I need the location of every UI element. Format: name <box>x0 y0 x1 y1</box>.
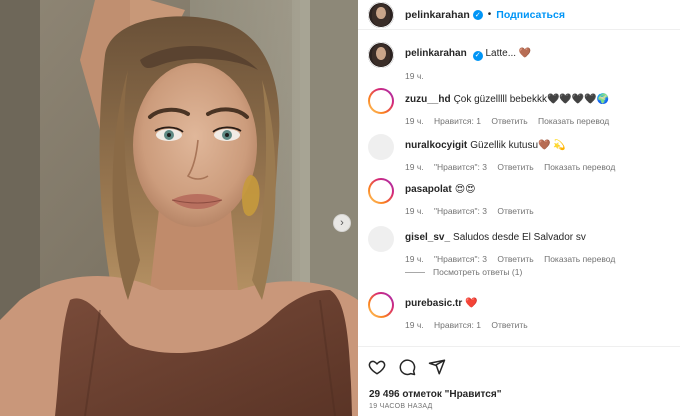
reply-button[interactable]: Ответить <box>491 320 527 330</box>
comment-time: 19 ч. <box>405 206 424 216</box>
comment-time: 19 ч. <box>405 254 424 264</box>
comment-likes[interactable]: "Нравится": 3 <box>434 254 487 264</box>
comments-list[interactable]: pelinkarahan ✓ Latte... 🤎 19 ч. zuzu__hd Ç… <box>358 30 680 346</box>
view-replies-button[interactable]: Посмотреть ответы (1) <box>405 267 522 277</box>
next-photo-button[interactable]: › <box>333 214 351 232</box>
post-photo[interactable]: › <box>0 0 358 416</box>
translate-button[interactable]: Показать перевод <box>538 116 609 126</box>
comment-username[interactable]: pasapolat <box>405 184 452 195</box>
caption-username[interactable]: pelinkarahan <box>405 48 467 59</box>
comment-username[interactable]: purebasic.tr <box>405 298 462 309</box>
post-header: pelinkarahan ✓ • Подписаться <box>358 0 680 30</box>
comment-text: 😍😍 <box>454 184 476 195</box>
comment-time: 19 ч. <box>405 320 424 330</box>
comment-row: gisel_sv_ Saludos desde El Salvador sv 19… <box>368 226 673 264</box>
caption-row: pelinkarahan ✓ Latte... 🤎 19 ч. <box>368 42 673 81</box>
comment-text: Saludos desde El Salvador sv <box>453 232 586 243</box>
comment-row: zuzu__hd Çok güzelllll bebekkk🖤🖤🖤🖤🌍 19 ч.… <box>368 88 673 126</box>
verified-badge-icon: ✓ <box>472 50 483 61</box>
reply-button[interactable]: Ответить <box>497 162 533 172</box>
comment-text: Güzellik kutusu🤎 💫 <box>470 140 566 151</box>
comment-text: ❤️ <box>465 298 478 309</box>
comment-text: Çok güzelllll bebekkk🖤🖤🖤🖤🌍 <box>453 94 610 105</box>
caption-text: Latte... 🤎 <box>485 48 532 59</box>
commenter-avatar[interactable] <box>368 134 394 160</box>
heart-icon[interactable] <box>368 358 386 376</box>
comment-row: pasapolat 😍😍 19 ч. "Нравится": 3 Ответить <box>368 178 673 216</box>
commenter-avatar[interactable] <box>368 226 394 252</box>
comment-likes[interactable]: "Нравится": 3 <box>434 162 487 172</box>
share-icon[interactable] <box>428 358 446 376</box>
post-time: 19 ЧАСОВ НАЗАД <box>369 403 433 410</box>
comment-likes[interactable]: Нравится: 1 <box>434 320 481 330</box>
caption-time: 19 ч. <box>405 70 424 81</box>
comment-icon[interactable] <box>398 358 416 376</box>
comment-time: 19 ч. <box>405 116 424 126</box>
likes-count[interactable]: 29 496 отметок "Нравится" <box>369 389 501 400</box>
author-username[interactable]: pelinkarahan <box>405 9 470 21</box>
view-replies-label: Посмотреть ответы (1) <box>433 267 523 277</box>
commenter-avatar[interactable] <box>368 178 394 204</box>
reply-button[interactable]: Ответить <box>491 116 527 126</box>
caption-author-avatar[interactable] <box>368 42 394 68</box>
commenter-avatar[interactable] <box>368 292 394 318</box>
reply-button[interactable]: Ответить <box>497 254 533 264</box>
follow-button[interactable]: Подписаться <box>496 9 565 21</box>
comment-likes[interactable]: "Нравится": 3 <box>434 206 487 216</box>
separator-dot: • <box>487 9 492 20</box>
verified-badge-icon: ✓ <box>472 9 483 20</box>
post-side-panel: pelinkarahan ✓ • Подписаться pelinkaraha… <box>358 0 680 416</box>
comment-row: nuralkocyigit Güzellik kutusu🤎 💫 19 ч. "Н… <box>368 134 673 172</box>
commenter-avatar[interactable] <box>368 88 394 114</box>
author-avatar[interactable] <box>368 1 394 28</box>
translate-button[interactable]: Показать перевод <box>544 162 615 172</box>
chevron-right-icon: › <box>340 217 344 229</box>
selfie-image <box>0 0 358 416</box>
replies-divider <box>405 271 425 273</box>
reply-button[interactable]: Ответить <box>497 206 533 216</box>
translate-button[interactable]: Показать перевод <box>544 254 615 264</box>
comment-username[interactable]: zuzu__hd <box>405 94 451 105</box>
comment-row: purebasic.tr ❤️ 19 ч. Нравится: 1 Ответит… <box>368 292 673 330</box>
comment-time: 19 ч. <box>405 162 424 172</box>
comment-likes[interactable]: Нравится: 1 <box>434 116 481 126</box>
comment-username[interactable]: nuralkocyigit <box>405 140 467 151</box>
comment-username[interactable]: gisel_sv_ <box>405 232 450 243</box>
post-actions: 29 496 отметок "Нравится" 19 ЧАСОВ НАЗАД <box>358 346 680 416</box>
